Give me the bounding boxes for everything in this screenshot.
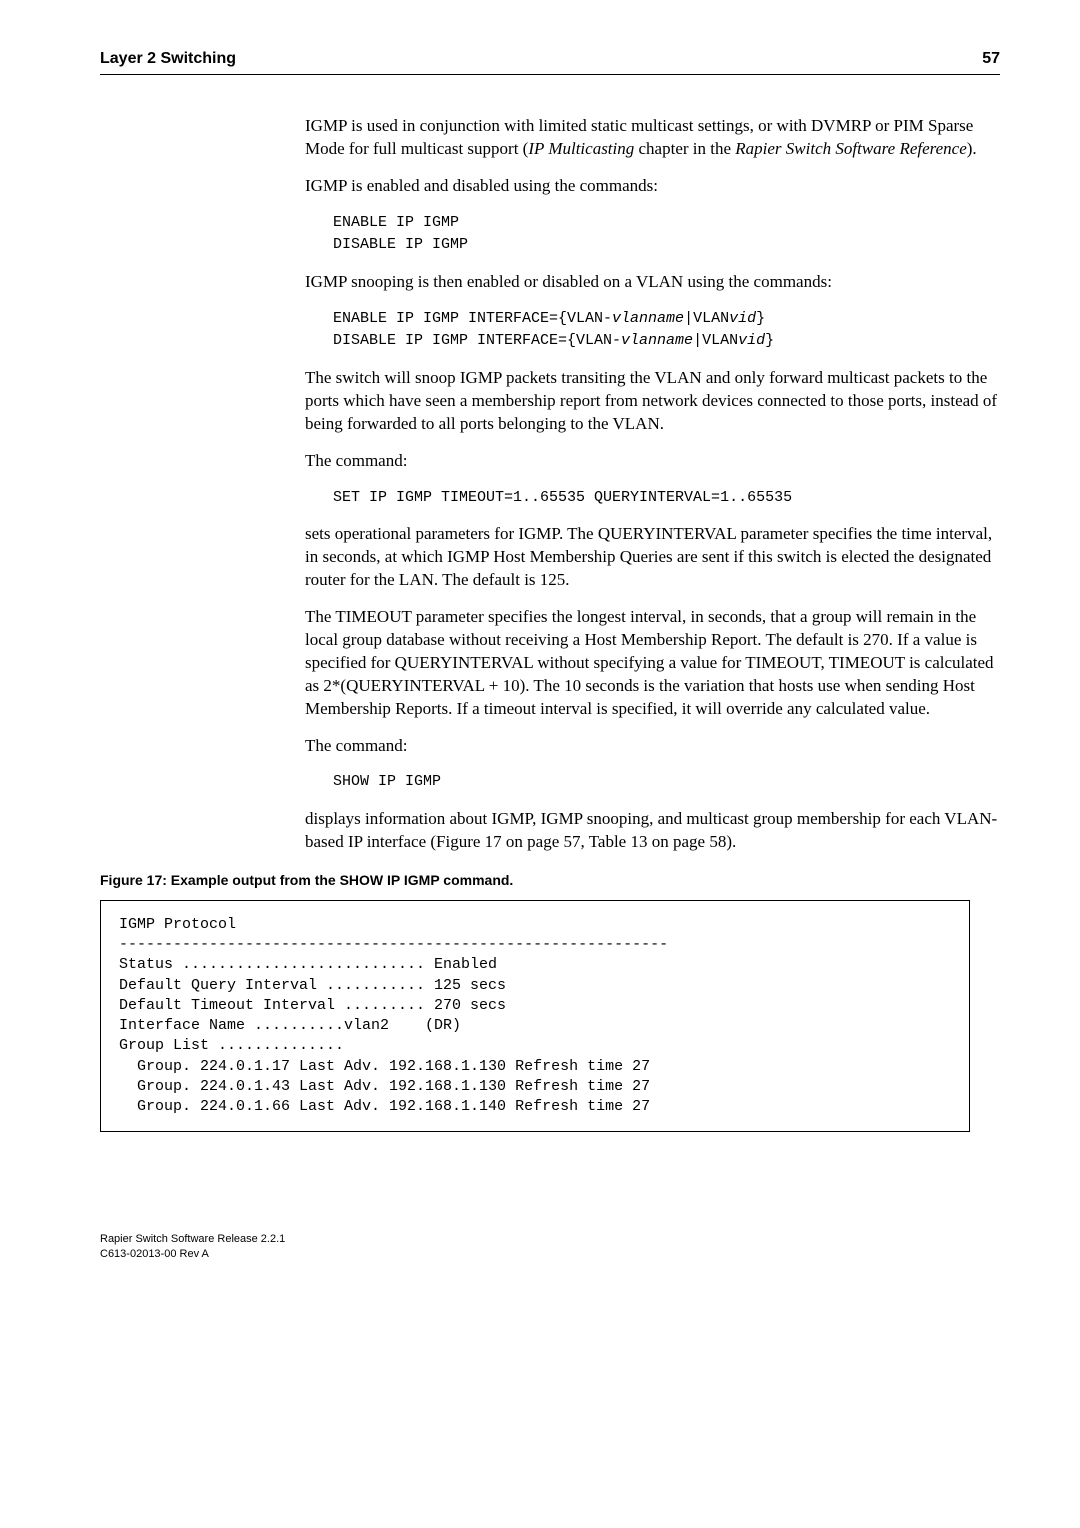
footer-line: C613-02013-00 Rev A xyxy=(100,1247,1000,1261)
paragraph: The TIMEOUT parameter specifies the long… xyxy=(305,606,1000,721)
text-italic: vlanname xyxy=(621,332,693,349)
code-block: ENABLE IP IGMP INTERFACE={VLAN-vlanname|… xyxy=(333,308,1000,353)
paragraph: sets operational parameters for IGMP. Th… xyxy=(305,523,1000,592)
section-title: Layer 2 Switching xyxy=(100,50,236,68)
text: } xyxy=(756,310,765,327)
paragraph: The command: xyxy=(305,450,1000,473)
text: ). xyxy=(967,139,977,158)
text: ENABLE IP IGMP INTERFACE={VLAN- xyxy=(333,310,612,327)
page-number: 57 xyxy=(982,50,1000,68)
paragraph: The switch will snoop IGMP packets trans… xyxy=(305,367,1000,436)
text: DISABLE IP IGMP INTERFACE={VLAN- xyxy=(333,332,621,349)
paragraph: IGMP snooping is then enabled or disable… xyxy=(305,271,1000,294)
code-block: ENABLE IP IGMP DISABLE IP IGMP xyxy=(333,212,1000,257)
text-italic: vlanname xyxy=(612,310,684,327)
paragraph: displays information about IGMP, IGMP sn… xyxy=(305,808,1000,854)
figure-caption: Figure 17: Example output from the SHOW … xyxy=(100,872,1000,888)
header-rule xyxy=(100,74,1000,75)
text-italic: IP Multicasting xyxy=(528,139,634,158)
text: chapter in the xyxy=(634,139,735,158)
paragraph: IGMP is enabled and disabled using the c… xyxy=(305,175,1000,198)
figure-output: IGMP Protocol --------------------------… xyxy=(100,900,970,1133)
paragraph: IGMP is used in conjunction with limited… xyxy=(305,115,1000,161)
footer-line: Rapier Switch Software Release 2.2.1 xyxy=(100,1232,1000,1246)
text: |VLAN xyxy=(684,310,729,327)
paragraph: The command: xyxy=(305,735,1000,758)
code-block: SET IP IGMP TIMEOUT=1..65535 QUERYINTERV… xyxy=(333,487,1000,510)
code-block: SHOW IP IGMP xyxy=(333,771,1000,794)
body: IGMP is used in conjunction with limited… xyxy=(305,115,1000,854)
text-italic: Rapier Switch Software Reference xyxy=(735,139,966,158)
page-header: Layer 2 Switching 57 xyxy=(100,50,1000,68)
footer: Rapier Switch Software Release 2.2.1 C61… xyxy=(100,1232,1000,1261)
text-italic: vid xyxy=(729,310,756,327)
text: } xyxy=(765,332,774,349)
text: |VLAN xyxy=(693,332,738,349)
text-italic: vid xyxy=(738,332,765,349)
